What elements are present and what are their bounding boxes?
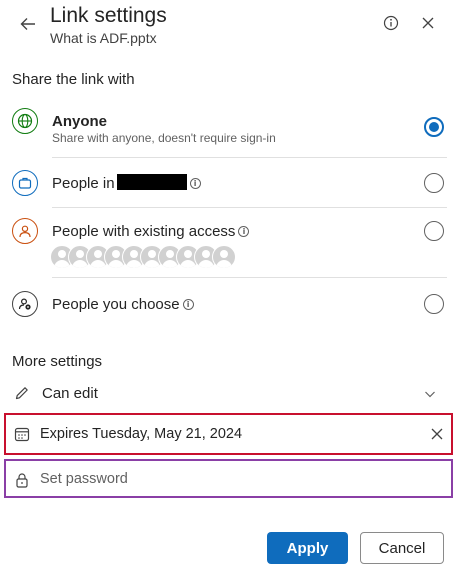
radio-people-you-choose[interactable] xyxy=(424,294,444,314)
password-placeholder: Set password xyxy=(40,471,128,487)
pencil-icon xyxy=(15,387,28,400)
close-button[interactable] xyxy=(415,10,441,36)
option-existing-access-label: People with existing access xyxy=(52,223,236,240)
radio-anyone[interactable] xyxy=(424,117,444,137)
panel-header: Link settings What is ADF.pptx xyxy=(0,0,465,56)
share-section-label: Share the link with xyxy=(12,71,135,88)
option-people-in-org[interactable]: People in i xyxy=(0,158,465,208)
option-anyone[interactable]: Anyone Share with anyone, doesn't requir… xyxy=(0,104,465,158)
avatar-stack xyxy=(50,245,240,269)
back-button[interactable] xyxy=(14,10,42,38)
chevron-down-icon xyxy=(425,391,435,398)
avatar xyxy=(212,245,236,269)
clear-expiration-icon[interactable] xyxy=(430,427,444,441)
file-name: What is ADF.pptx xyxy=(50,30,157,46)
option-anyone-title: Anyone xyxy=(52,113,108,130)
lock-icon xyxy=(16,473,28,488)
option-people-in-org-title: People in i xyxy=(52,174,201,192)
globe-icon xyxy=(12,108,38,134)
info-icon xyxy=(383,15,399,31)
permission-dropdown[interactable]: Can edit xyxy=(0,380,465,408)
radio-people-in-org[interactable] xyxy=(424,173,444,193)
info-icon[interactable]: i xyxy=(238,226,250,237)
option-people-you-choose[interactable]: People you choose i xyxy=(0,278,465,330)
expiration-date-field[interactable]: Expires Tuesday, May 21, 2024 xyxy=(4,413,453,455)
page-title: Link settings xyxy=(50,4,167,27)
info-icon[interactable]: i xyxy=(182,299,194,310)
apply-button[interactable]: Apply xyxy=(267,532,348,564)
person-icon xyxy=(12,218,38,244)
set-password-field[interactable]: Set password xyxy=(4,459,453,498)
expiration-date-value: Expires Tuesday, May 21, 2024 xyxy=(40,426,243,442)
option-people-you-choose-title: People you choose i xyxy=(52,296,194,313)
people-settings-icon xyxy=(12,291,38,317)
option-existing-access-title: People with existing access i xyxy=(52,223,250,240)
radio-existing-access[interactable] xyxy=(424,221,444,241)
cancel-button[interactable]: Cancel xyxy=(360,532,444,564)
option-people-you-choose-label: People you choose xyxy=(52,296,180,313)
redacted-org-name xyxy=(116,174,187,190)
option-anyone-subtitle: Share with anyone, doesn't require sign-… xyxy=(52,131,276,145)
permission-label: Can edit xyxy=(42,385,98,402)
close-icon xyxy=(422,17,434,29)
briefcase-icon xyxy=(12,170,38,196)
info-button[interactable] xyxy=(378,10,404,36)
calendar-icon xyxy=(14,427,30,442)
info-icon[interactable]: i xyxy=(189,178,201,189)
option-people-in-org-label: People in xyxy=(52,175,115,192)
more-settings-label: More settings xyxy=(12,353,103,370)
arrow-left-icon xyxy=(20,18,35,30)
